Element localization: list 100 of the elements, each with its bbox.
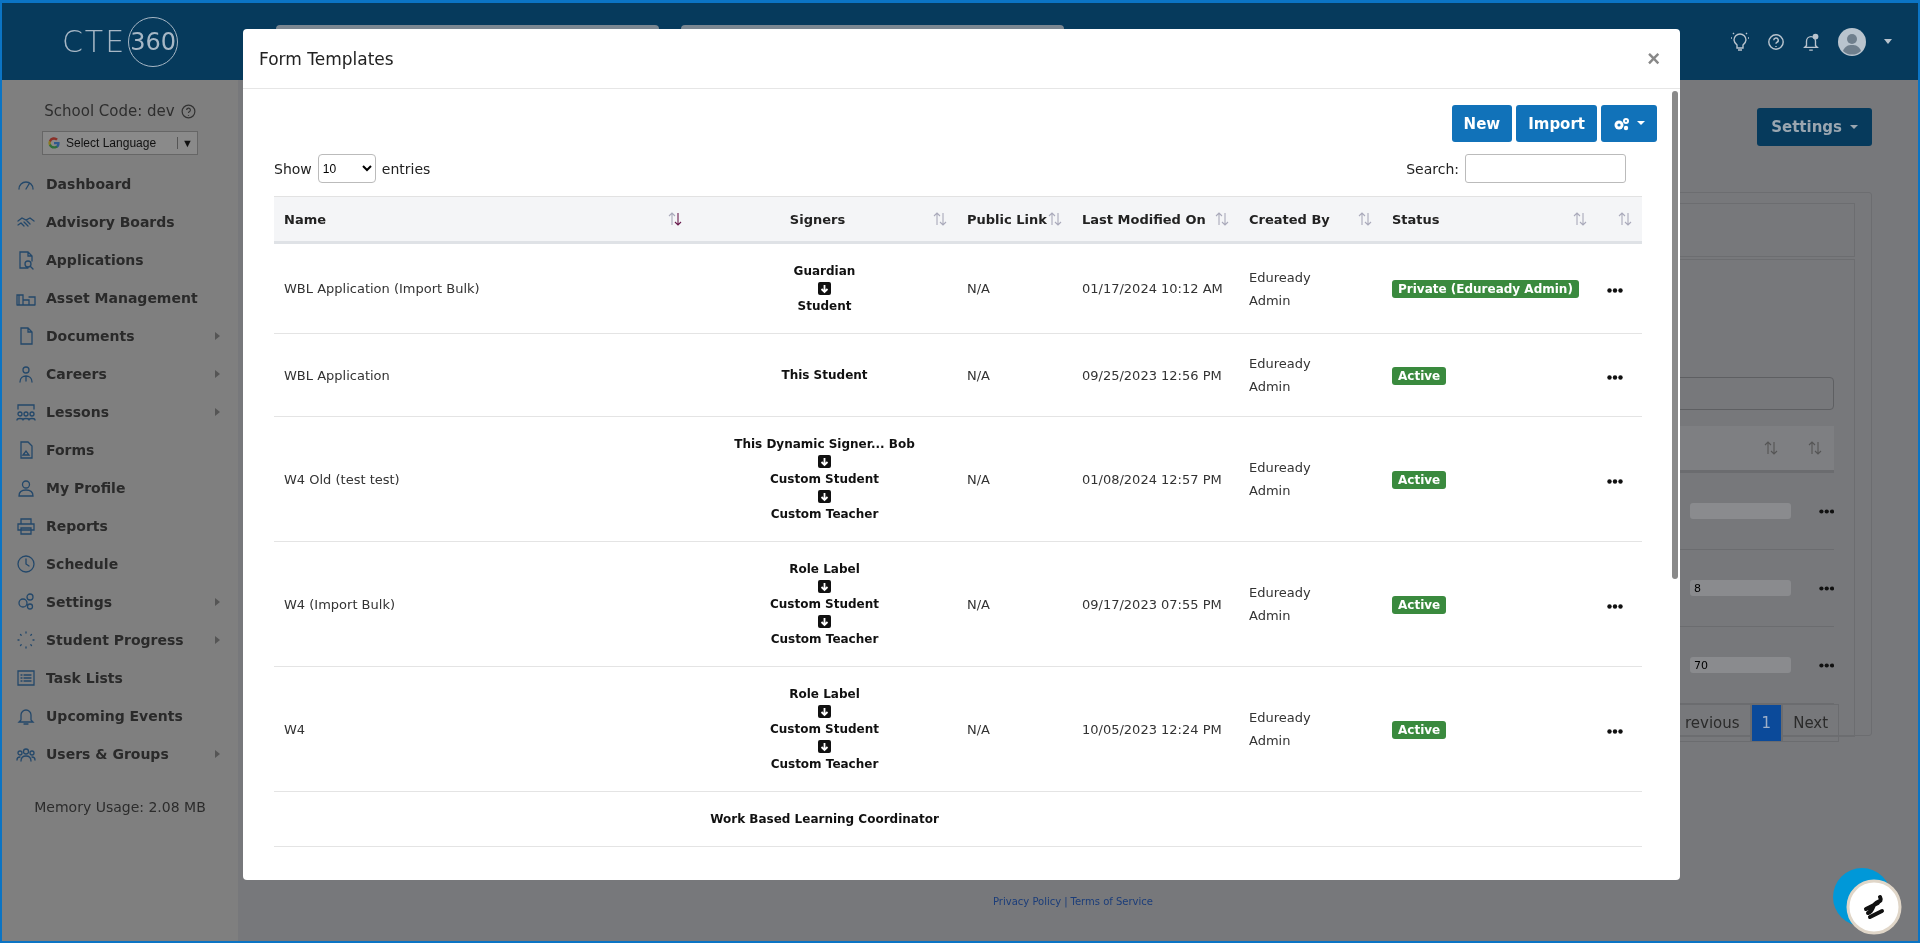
more-icon[interactable]	[1607, 478, 1623, 484]
created-by: Eduready Admin	[1249, 459, 1312, 500]
arrow-down-icon	[818, 705, 831, 718]
template-name: W4 Old (test test)	[284, 471, 400, 487]
logo[interactable]: CTE 360	[2, 16, 238, 67]
column-header[interactable]: Name	[284, 211, 668, 227]
more-icon[interactable]	[1607, 288, 1623, 293]
printer-icon	[16, 516, 36, 536]
arrow-down-icon	[818, 615, 831, 628]
status-badge: Active	[1392, 470, 1447, 489]
notification-bell-icon[interactable]	[1802, 31, 1820, 52]
created-by: Eduready Admin	[1249, 584, 1312, 625]
nav-item[interactable]: Users & Groups	[2, 735, 238, 773]
signer-name: Custom Student	[769, 721, 880, 738]
scrollbar[interactable]	[1672, 91, 1678, 579]
gears-icon	[16, 592, 36, 612]
arrow-down-icon	[818, 490, 831, 503]
signer-name: Custom Student	[769, 596, 880, 613]
close-button[interactable]: ×	[1643, 45, 1664, 72]
signer-name: Role Label	[789, 686, 860, 703]
nav-item[interactable]: Settings	[2, 583, 238, 621]
column-header[interactable]: Public Link	[967, 211, 1048, 227]
caret-icon[interactable]	[1884, 38, 1892, 45]
column-header[interactable]: Created By	[1249, 211, 1358, 227]
nav-item[interactable]: Dashboard	[2, 165, 238, 203]
avatar-icon[interactable]	[1837, 26, 1867, 57]
page-button[interactable]: 1	[1750, 704, 1783, 742]
sort-icon[interactable]	[668, 212, 682, 226]
template-name: WBL Application (Import Bulk)	[284, 281, 480, 296]
nav-item[interactable]: Student Progress	[2, 621, 238, 659]
nav-item[interactable]: Upcoming Events	[2, 697, 238, 735]
classroom-icon	[16, 402, 36, 422]
lightbulb-icon[interactable]	[1730, 31, 1750, 52]
list-icon	[16, 668, 36, 688]
status-badge: Active	[1392, 366, 1447, 385]
arrow-down-icon	[818, 455, 831, 468]
signer-name: Custom Student	[769, 471, 880, 488]
privacy-link[interactable]: Privacy Policy	[993, 896, 1062, 907]
nav-item[interactable]: Advisory Boards	[2, 203, 238, 241]
arrow-down-icon	[818, 282, 831, 295]
column-header[interactable]: Signers	[702, 211, 933, 227]
created-by: Eduready Admin	[1249, 268, 1312, 310]
separator: |	[1064, 896, 1068, 907]
nav-item[interactable]: Lessons	[2, 393, 238, 431]
caret-icon	[1637, 121, 1645, 126]
status-badge: Active	[1392, 595, 1447, 614]
settings-button[interactable]: Settings	[1757, 108, 1872, 146]
caret-icon	[1850, 124, 1858, 130]
arrow-down-icon	[818, 740, 831, 753]
created-by: Eduready Admin	[1249, 709, 1312, 750]
entries-select[interactable]: 10	[317, 154, 376, 183]
status-badge: Active	[1392, 720, 1447, 739]
value-tag: 70	[1690, 657, 1791, 673]
modified-date: 09/25/2023 12:56 PM	[1082, 366, 1223, 385]
column-header[interactable]: Last Modified On	[1082, 211, 1215, 227]
modified-date: 01/17/2024 10:12 AM	[1082, 280, 1224, 298]
more-icon[interactable]	[1607, 728, 1623, 734]
memory-usage: Memory Usage: 2.08 MB	[33, 799, 207, 815]
signer-name: Role Label	[789, 561, 860, 578]
signer-name: Student	[797, 298, 852, 315]
bell-icon	[16, 706, 36, 726]
nav-item[interactable]: Forms	[2, 431, 238, 469]
help-icon[interactable]	[180, 103, 196, 119]
settings-dropdown-button[interactable]	[1601, 105, 1657, 142]
modified-date: 01/08/2024 12:57 PM	[1082, 470, 1223, 489]
modified-date: 09/17/2023 07:55 PM	[1082, 595, 1223, 614]
modal-title: Form Templates	[259, 48, 395, 69]
template-name: WBL Application	[284, 367, 390, 383]
document-search-icon	[16, 250, 36, 270]
entries-label: entries	[381, 160, 431, 177]
nav-item[interactable]: My Profile	[2, 469, 238, 507]
nav-item[interactable]: Schedule	[2, 545, 238, 583]
chat-button[interactable]	[1832, 865, 1902, 935]
page-button[interactable]: Next	[1782, 704, 1840, 742]
value-tag: 8	[1690, 580, 1791, 596]
modified-date: 10/05/2023 12:24 PM	[1082, 720, 1223, 739]
import-button[interactable]: Import	[1516, 105, 1597, 142]
search-field[interactable]	[1465, 154, 1626, 183]
nav-item[interactable]: Careers	[2, 355, 238, 393]
signer-name: Custom Teacher	[770, 756, 879, 773]
language-select[interactable]: Select Language ▼	[42, 131, 198, 155]
status-badge: Private (Eduready Admin)	[1392, 280, 1579, 298]
signer-name: This Dynamic Signer... Bob	[734, 436, 915, 453]
nav-item[interactable]: Task Lists	[2, 659, 238, 697]
search-label: Search:	[1406, 160, 1459, 177]
signer-name: Custom Teacher	[770, 506, 879, 523]
nav-item[interactable]: Documents	[2, 317, 238, 355]
more-icon[interactable]	[1607, 374, 1623, 380]
column-header[interactable]: Status	[1392, 211, 1573, 227]
nav-item[interactable]: Asset Management	[2, 279, 238, 317]
nav-item[interactable]: Applications	[2, 241, 238, 279]
school-code: School Code: dev	[44, 102, 175, 120]
nav-item[interactable]: Reports	[2, 507, 238, 545]
created-by: Eduready Admin	[1249, 355, 1312, 396]
new-button[interactable]: New	[1451, 105, 1513, 142]
clock-icon	[16, 554, 36, 574]
more-icon[interactable]	[1607, 603, 1623, 609]
signer-name: Custom Teacher	[770, 631, 879, 648]
terms-link[interactable]: Terms of Service	[1070, 896, 1153, 907]
signer-name: This Student	[781, 367, 868, 384]
